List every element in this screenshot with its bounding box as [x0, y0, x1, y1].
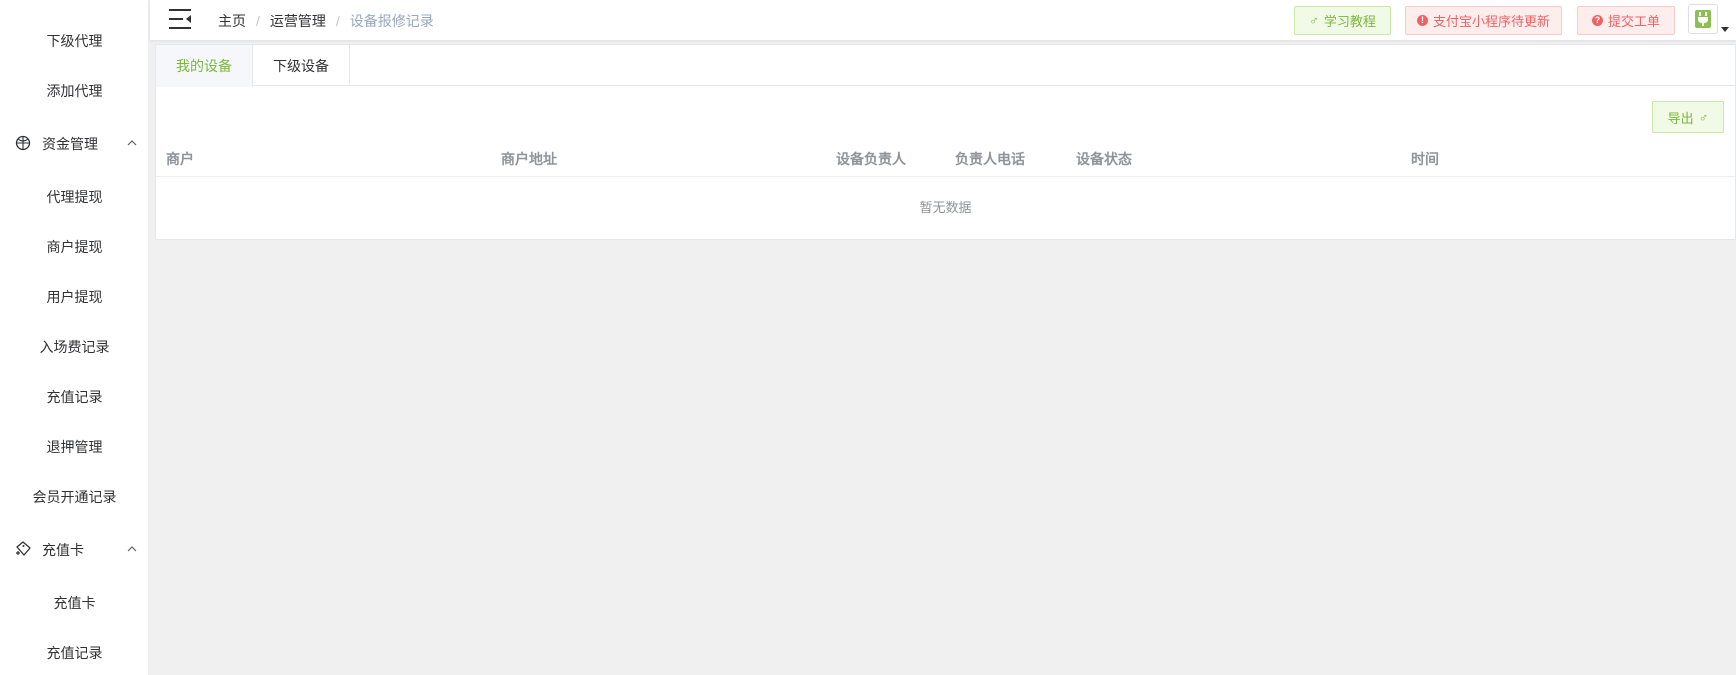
sidebar-group-label: 充值卡 [42, 542, 84, 558]
sidebar-item-agent-withdraw[interactable]: 代理提现 [0, 172, 148, 222]
tab-sub-devices[interactable]: 下级设备 [253, 45, 350, 86]
breadcrumb: 主页 / 运营管理 / 设备报修记录 [218, 11, 434, 31]
sidebar-item-label: 用户提现 [46, 289, 103, 305]
sidebar-group-label: 资金管理 [42, 136, 98, 152]
breadcrumb-home[interactable]: 主页 [218, 11, 246, 31]
main-card: 我的设备 下级设备 导出 ♂ 商户 商户地址 设备负责人 负责人电话 设备状态 … [155, 44, 1736, 240]
breadcrumb-current: 设备报修记录 [349, 13, 434, 29]
sidebar-item-label: 添加代理 [46, 83, 103, 99]
alipay-update-button-label: 支付宝小程序待更新 [1432, 14, 1550, 29]
sidebar-item-merchant-withdraw[interactable]: 商户提现 [0, 222, 148, 272]
empty-text: 暂无数据 [919, 200, 972, 215]
breadcrumb-separator: / [335, 13, 340, 29]
sidebar-group-recharge-card[interactable]: 充值卡 [0, 524, 148, 574]
column-merchant: 商户 [166, 151, 194, 167]
export-button[interactable]: 导出 ♂ [1652, 101, 1724, 133]
column-device-status: 设备状态 [1076, 151, 1132, 167]
card-icon [14, 540, 32, 558]
sidebar-item-user-withdraw[interactable]: 用户提现 [0, 272, 148, 322]
tab-my-devices[interactable]: 我的设备 [156, 45, 253, 87]
column-owner-phone: 负责人电话 [955, 151, 1025, 167]
sidebar-item-recharge-card[interactable]: 充值卡 [0, 578, 148, 628]
breadcrumb-separator: / [256, 13, 260, 29]
sidebar-item-label: 会员开通记录 [32, 489, 117, 505]
export-button-label: 导出 [1667, 110, 1694, 126]
column-time: 时间 [1411, 151, 1439, 167]
sidebar-item-card-recharge-records[interactable]: 充值记录 [0, 628, 148, 675]
submit-ticket-button[interactable]: ? 提交工单 [1577, 6, 1675, 35]
male-symbol-icon: ♂ [1698, 109, 1709, 125]
sidebar-item-label: 商户提现 [46, 239, 103, 255]
column-merchant-address: 商户地址 [501, 151, 557, 167]
breadcrumb-operations[interactable]: 运营管理 [270, 11, 326, 31]
sidebar-group-fund-management[interactable]: 资金管理 [0, 118, 148, 168]
column-device-owner: 设备负责人 [836, 151, 906, 167]
table-header: 商户 商户地址 设备负责人 负责人电话 设备状态 时间 [156, 135, 1735, 177]
sidebar-item-entry-fee-records[interactable]: 入场费记录 [0, 322, 148, 372]
table-empty-row: 暂无数据 [156, 178, 1735, 238]
sidebar-item-recharge-records[interactable]: 充值记录 [0, 372, 148, 422]
sidebar-item-label: 充值卡 [53, 595, 96, 611]
alipay-update-button[interactable]: ! 支付宝小程序待更新 [1405, 6, 1562, 35]
caret-down-icon[interactable] [1721, 20, 1729, 32]
male-symbol-icon: ♂ [1309, 13, 1319, 28]
tutorial-button-label: 学习教程 [1323, 14, 1376, 29]
plug-device-icon [1695, 10, 1711, 28]
device-tabs: 我的设备 下级设备 [156, 45, 1735, 87]
sidebar-item-label: 退押管理 [46, 439, 103, 455]
sidebar-item-sub-agents[interactable]: 下级代理 [0, 16, 148, 66]
submit-ticket-button-label: 提交工单 [1607, 14, 1660, 29]
sidebar-item-deposit-refund[interactable]: 退押管理 [0, 422, 148, 472]
app-root: 下级代理 添加代理 资金管理 代理提现 商户提现 用户提现 入场费记录 充值记录… [0, 0, 1736, 675]
sidebar-item-membership-records[interactable]: 会员开通记录 [0, 472, 148, 522]
sidebar-item-label: 入场费记录 [39, 339, 110, 355]
exclamation-icon: ! [1416, 15, 1428, 26]
sidebar-item-label: 代理提现 [46, 189, 103, 205]
question-icon: ? [1591, 15, 1603, 26]
sidebar-item-add-agent[interactable]: 添加代理 [0, 66, 148, 116]
chevron-up-icon [126, 136, 138, 148]
avatar[interactable] [1688, 4, 1718, 34]
top-header: 主页 / 运营管理 / 设备报修记录 ♂ 学习教程 ! 支付宝小程序待更新 ? … [150, 0, 1736, 40]
sidebar: 下级代理 添加代理 资金管理 代理提现 商户提现 用户提现 入场费记录 充值记录… [0, 0, 149, 675]
sidebar-item-label: 充值记录 [46, 645, 103, 661]
fund-icon [14, 134, 32, 152]
sidebar-item-label: 充值记录 [46, 389, 103, 405]
sidebar-item-label: 下级代理 [46, 33, 103, 49]
tutorial-button[interactable]: ♂ 学习教程 [1294, 6, 1391, 35]
menu-fold-icon[interactable] [168, 8, 192, 30]
chevron-up-icon [126, 542, 138, 554]
